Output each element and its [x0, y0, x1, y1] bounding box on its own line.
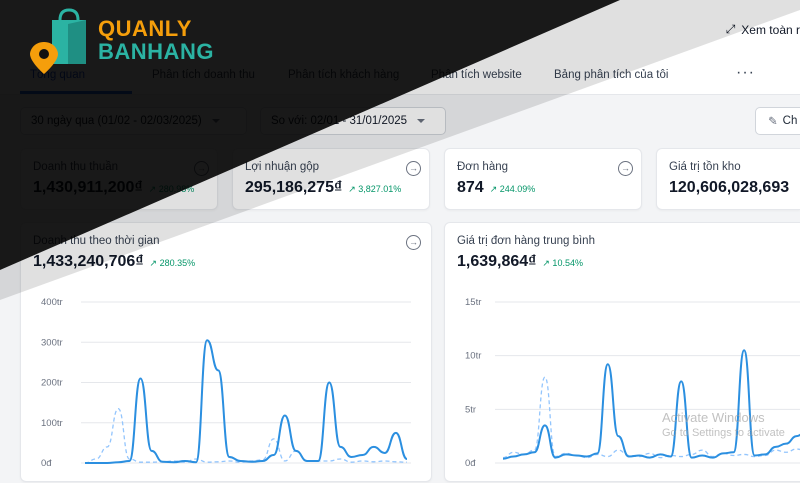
y-tick-label: 100tr	[41, 418, 63, 429]
y-tick-label: 5tr	[465, 404, 476, 415]
series-line-current	[85, 339, 408, 464]
kpi-card-net-revenue[interactable]: Doanh thu thuần → 1,430,911,200₫ ↗ 280.98…	[20, 148, 218, 210]
kpi-card-inventory-value[interactable]: Giá trị tồn kho 120,606,028,693	[656, 148, 800, 210]
kpi-label: Doanh thu thuần	[33, 161, 119, 173]
chevron-down-icon	[211, 119, 220, 123]
chart-card-aov: Giá trị đơn hàng trung bình 1,639,864₫ ↗ …	[444, 222, 800, 482]
edit-dashboard-button[interactable]: ✎ Ch	[755, 107, 800, 135]
arrow-right-icon[interactable]: →	[406, 161, 421, 176]
pencil-icon: ✎	[768, 116, 778, 128]
tab-website-analysis[interactable]: Phân tích website	[431, 69, 522, 81]
compare-select-value: So với: 02/01 - 31/01/2025	[271, 115, 408, 127]
period-select-value: 30 ngày qua (01/02 - 02/03/2025)	[31, 115, 202, 127]
series-line-current	[502, 349, 800, 460]
y-tick-label: 200tr	[41, 378, 63, 389]
activation-watermark: Activate Windows Go to Settings to activ…	[662, 410, 785, 439]
y-tick-label: 300tr	[41, 337, 63, 348]
arrow-right-icon[interactable]: →	[194, 161, 209, 176]
tab-customer-analysis[interactable]: Phân tích khách hàng	[288, 69, 399, 81]
watermark-line-2: Go to Settings to activate	[662, 427, 785, 439]
y-tick-label: 15tr	[465, 297, 481, 308]
tab-revenue-analysis[interactable]: Phân tích doanh thu	[152, 69, 255, 81]
tab-my-reports[interactable]: Bảng phân tích của tôi	[554, 69, 668, 81]
active-tab-indicator	[20, 91, 132, 94]
y-tick-label: 400tr	[41, 297, 63, 308]
y-tick-label: 10tr	[465, 351, 481, 362]
chart-card-revenue: Doanh thu theo thời gian → 1,433,240,706…	[20, 222, 432, 482]
brand-logo: QUANLY BANHANG	[98, 17, 214, 63]
tab-overview[interactable]: Tổng quan	[30, 69, 85, 81]
y-tick-label: 0đ	[41, 458, 52, 469]
chevron-down-icon	[417, 119, 426, 123]
kpi-change: ↗ 3,827.01%	[348, 184, 402, 194]
edit-dashboard-label: Ch	[782, 115, 798, 127]
kpi-card-gross-profit[interactable]: Lợi nhuận gộp → 295,186,275₫ ↗ 3,827.01%	[232, 148, 430, 210]
arrow-right-icon[interactable]: →	[618, 161, 633, 176]
kpi-card-orders[interactable]: Đơn hàng → 874 ↗ 244.09%	[444, 148, 642, 210]
kpi-value: 120,606,028,693	[669, 179, 790, 196]
kpi-value: 1,430,911,200₫ ↗ 280.98%	[33, 179, 195, 196]
logo-line-2: BANHANG	[98, 39, 214, 64]
kpi-label: Giá trị tồn kho	[669, 161, 741, 173]
kpi-label: Lợi nhuận gộp	[245, 161, 320, 173]
period-select[interactable]: 30 ngày qua (01/02 - 02/03/2025)	[20, 107, 247, 135]
kpi-change: ↗ 280.98%	[148, 184, 195, 194]
kpi-label: Đơn hàng	[457, 161, 509, 173]
more-tabs-button[interactable]: ···	[736, 64, 755, 82]
logo-line-1: QUANLY	[98, 16, 192, 41]
full-view-button[interactable]: ⤢ Xem toàn r	[726, 22, 800, 37]
y-tick-label: 0đ	[465, 458, 476, 469]
kpi-value: 295,186,275₫ ↗ 3,827.01%	[245, 179, 402, 196]
revenue-line-chart: 0đ 100tr 200tr 300tr 400tr	[41, 297, 411, 469]
compare-select[interactable]: So với: 02/01 - 31/01/2025	[260, 107, 446, 135]
full-view-label: Xem toàn r	[741, 22, 800, 37]
expand-icon: ⤢	[725, 22, 736, 36]
kpi-value: 874 ↗ 244.09%	[457, 179, 536, 196]
kpi-change: ↗ 244.09%	[489, 184, 536, 194]
watermark-line-1: Activate Windows	[662, 410, 765, 425]
aov-line-chart: 0đ 5tr 10tr 15tr	[465, 297, 800, 469]
